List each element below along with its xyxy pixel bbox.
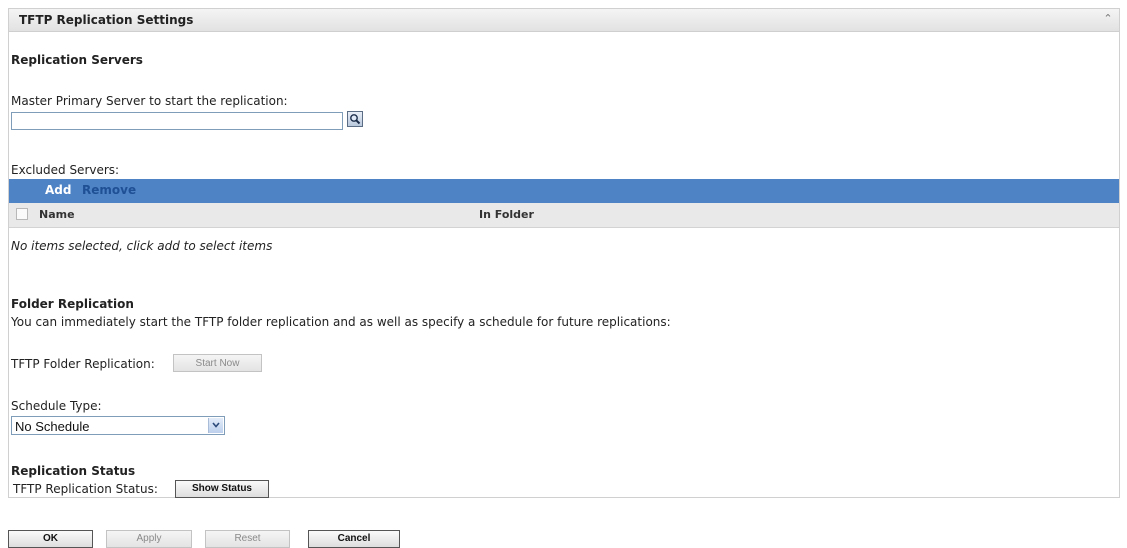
show-status-button[interactable]: Show Status xyxy=(175,480,269,498)
chevron-down-icon[interactable] xyxy=(208,418,223,433)
tftp-replication-settings-panel: TFTP Replication Settings ⌃ Replication … xyxy=(8,8,1120,498)
excluded-servers-table-header: Name In Folder xyxy=(9,203,1119,228)
tftp-folder-replication-label: TFTP Folder Replication: xyxy=(11,357,155,371)
schedule-type-label: Schedule Type: xyxy=(11,399,102,413)
cancel-button[interactable]: Cancel xyxy=(308,530,400,548)
replication-servers-heading: Replication Servers xyxy=(11,53,143,67)
magnifier-icon xyxy=(350,114,361,125)
panel-title: TFTP Replication Settings xyxy=(19,13,194,27)
column-header-name[interactable]: Name xyxy=(39,208,75,221)
schedule-type-select[interactable]: No Schedule xyxy=(11,416,225,435)
column-header-in-folder[interactable]: In Folder xyxy=(479,208,534,221)
start-now-button[interactable]: Start Now xyxy=(173,354,262,372)
master-primary-server-input[interactable] xyxy=(11,112,343,130)
folder-replication-description: You can immediately start the TFTP folde… xyxy=(11,315,671,329)
schedule-type-value: No Schedule xyxy=(15,419,90,434)
reset-button[interactable]: Reset xyxy=(205,530,290,548)
excluded-servers-toolbar: Add Remove xyxy=(9,179,1119,203)
replication-status-heading: Replication Status xyxy=(11,464,136,478)
double-chevron-up-icon[interactable]: ⌃ xyxy=(1101,12,1115,26)
tftp-replication-status-label: TFTP Replication Status: xyxy=(13,482,158,496)
panel-header: TFTP Replication Settings ⌃ xyxy=(9,9,1119,32)
master-primary-server-label: Master Primary Server to start the repli… xyxy=(11,94,288,108)
ok-button[interactable]: OK xyxy=(8,530,93,548)
remove-button[interactable]: Remove xyxy=(82,183,136,197)
select-all-checkbox[interactable] xyxy=(16,208,28,220)
folder-replication-heading: Folder Replication xyxy=(11,297,134,311)
add-button[interactable]: Add xyxy=(45,183,71,197)
empty-table-message: No items selected, click add to select i… xyxy=(11,239,273,253)
browse-server-button[interactable] xyxy=(347,111,363,127)
excluded-servers-label: Excluded Servers: xyxy=(11,163,120,177)
apply-button[interactable]: Apply xyxy=(106,530,192,548)
